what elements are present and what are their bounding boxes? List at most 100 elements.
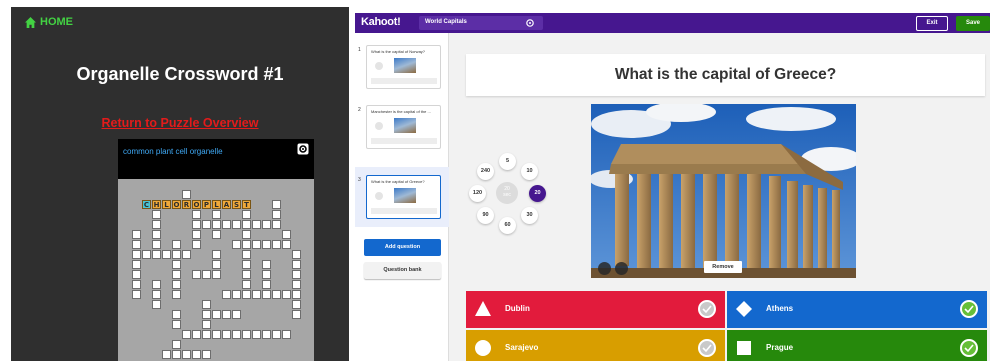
grid-cell[interactable] [272,290,281,299]
answer-cell[interactable]: L [212,200,221,209]
save-button[interactable]: Save [956,16,990,31]
grid-cell[interactable] [172,240,181,249]
grid-cell[interactable] [202,300,211,309]
time-option[interactable]: 120 [469,185,486,202]
grid-cell[interactable] [262,330,271,339]
grid-cell[interactable] [282,330,291,339]
answer-cell[interactable]: A [222,200,231,209]
grid-cell[interactable] [132,290,141,299]
grid-cell[interactable] [272,210,281,219]
grid-cell[interactable] [212,310,221,319]
grid-cell[interactable] [242,290,251,299]
grid-cell[interactable] [242,280,251,289]
grid-cell[interactable] [192,220,201,229]
grid-cell[interactable] [242,260,251,269]
grid-cell[interactable] [242,240,251,249]
grid-cell[interactable] [192,350,201,359]
grid-cell[interactable] [232,220,241,229]
grid-cell[interactable] [242,210,251,219]
answer-cell[interactable]: S [232,200,241,209]
grid-cell[interactable] [252,240,261,249]
grid-cell[interactable] [292,310,301,319]
time-option[interactable]: 30 [521,207,538,224]
quiz-title-field[interactable]: World Capitals [419,16,543,30]
grid-cell[interactable] [292,300,301,309]
grid-cell[interactable] [212,230,221,239]
grid-cell[interactable] [242,270,251,279]
grid-cell[interactable] [252,290,261,299]
home-link[interactable]: HOME [25,16,73,28]
slide-card[interactable]: Manchester is the capital of the ... [366,105,441,149]
grid-cell[interactable] [192,230,201,239]
grid-cell[interactable] [202,270,211,279]
grid-cell[interactable] [172,290,181,299]
grid-cell[interactable] [292,290,301,299]
grid-cell[interactable] [212,220,221,229]
time-option[interactable]: 60 [499,217,516,234]
grid-cell[interactable] [262,290,271,299]
remove-image-button[interactable]: Remove [704,261,742,273]
grid-cell[interactable] [152,240,161,249]
grid-cell[interactable] [272,330,281,339]
grid-cell[interactable] [152,220,161,229]
grid-cell[interactable] [152,300,161,309]
grid-cell[interactable] [222,310,231,319]
grid-cell[interactable] [272,200,281,209]
answer-option[interactable]: Athens [727,291,987,328]
grid-cell[interactable] [262,280,271,289]
grid-cell[interactable] [202,310,211,319]
answer-cell[interactable]: O [172,200,181,209]
grid-cell[interactable] [262,220,271,229]
grid-cell[interactable] [292,270,301,279]
grid-cell[interactable] [192,210,201,219]
grid-cell[interactable] [132,260,141,269]
grid-cell[interactable] [262,240,271,249]
gear-icon[interactable] [525,18,535,28]
grid-cell[interactable] [162,250,171,259]
correct-toggle[interactable] [960,339,978,357]
grid-cell[interactable] [172,250,181,259]
return-to-overview-link[interactable]: Return to Puzzle Overview [11,116,349,130]
grid-cell[interactable] [292,260,301,269]
grid-cell[interactable] [212,260,221,269]
question-title-field[interactable]: What is the capital of Greece? [466,54,985,96]
grid-cell[interactable] [222,290,231,299]
question-image[interactable]: Remove [591,104,856,278]
time-option[interactable]: 5 [499,153,516,170]
grid-cell[interactable] [292,250,301,259]
grid-cell[interactable] [172,310,181,319]
grid-cell[interactable] [272,240,281,249]
grid-cell[interactable] [152,280,161,289]
info-icon[interactable] [598,262,611,275]
grid-cell[interactable] [212,330,221,339]
grid-cell[interactable] [242,230,251,239]
crossword-grid[interactable]: C H L O R O P L A S T [118,179,314,361]
grid-cell[interactable] [262,260,271,269]
grid-cell[interactable] [252,330,261,339]
answer-option[interactable]: Dublin [466,291,725,328]
answer-cell[interactable]: H [152,200,161,209]
grid-cell[interactable] [222,220,231,229]
answer-cell[interactable]: C [142,200,151,209]
time-option[interactable]: 10 [521,163,538,180]
add-question-button[interactable]: Add question [364,239,441,256]
grid-cell[interactable] [152,210,161,219]
grid-cell[interactable] [182,250,191,259]
slide-item[interactable]: 1 What is the capital of Norway? [355,37,449,97]
grid-cell[interactable] [202,330,211,339]
slide-card[interactable]: What is the capital of Greece? [366,175,441,219]
grid-cell[interactable] [162,350,171,359]
grid-cell[interactable] [182,190,191,199]
grid-cell[interactable] [232,240,241,249]
grid-cell[interactable] [252,220,261,229]
exit-button[interactable]: Exit [916,16,948,31]
grid-cell[interactable] [172,320,181,329]
grid-cell[interactable] [282,230,291,239]
grid-cell[interactable] [282,290,291,299]
correct-toggle[interactable] [960,300,978,318]
answer-cell[interactable]: L [162,200,171,209]
grid-cell[interactable] [212,270,221,279]
crop-icon[interactable] [615,262,628,275]
grid-cell[interactable] [232,310,241,319]
time-option[interactable]: 90 [477,207,494,224]
